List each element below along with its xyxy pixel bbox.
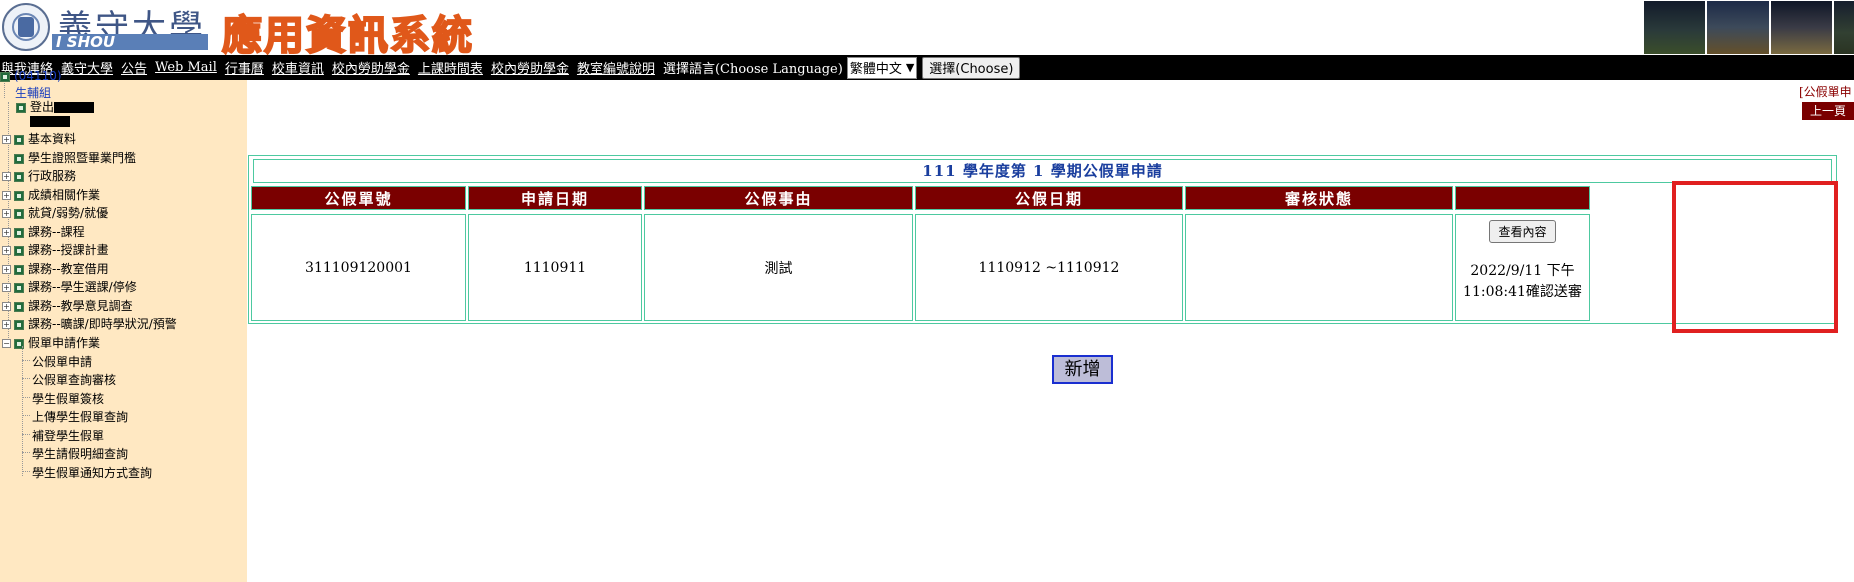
sidebar-item-certificates[interactable]: 學生證照暨畢業門檻: [2, 149, 136, 166]
language-select[interactable]: 繁體中文 ▼: [846, 56, 918, 79]
sidebar-item-basic-info[interactable]: + 基本資料: [2, 130, 76, 147]
add-button[interactable]: 新增: [1052, 355, 1113, 384]
collapse-icon: −: [2, 339, 11, 348]
sidebar-subitem-student-approve[interactable]: 學生假單簽核: [32, 390, 104, 407]
nav-link-webmail[interactable]: Web Mail: [155, 60, 217, 75]
sidebar-item-syllabus[interactable]: + 課務--授課計畫: [2, 241, 109, 258]
folder-icon: [0, 71, 10, 82]
leave-application-table: 111 學年度第 1 學期公假單申請 公假單號 申請日期 公假事由 公假日期 審…: [248, 155, 1837, 324]
sidebar-subitem-upload-query[interactable]: 上傳學生假單查詢: [32, 408, 128, 425]
cell-leave-date: 1110912 ~1110912: [915, 214, 1183, 321]
view-content-button[interactable]: 查看內容: [1489, 220, 1556, 243]
sidebar-item-loans[interactable]: + 就貸/弱勢/就優: [2, 204, 108, 221]
expand-icon: +: [2, 209, 11, 218]
back-button[interactable]: 上一頁: [1802, 102, 1854, 120]
expand-icon: +: [2, 320, 11, 329]
logout-label: 登出: [30, 100, 55, 114]
nav-link-university[interactable]: 義守大學: [61, 58, 113, 77]
nav-link-classroom-codes[interactable]: 教室編號說明: [577, 58, 655, 77]
header-actions: [1455, 186, 1590, 210]
header-leave-number: 公假單號: [251, 186, 466, 210]
system-title: 應用資訊系統: [221, 12, 474, 60]
chevron-down-icon: ▼: [905, 61, 915, 74]
top-nav-bar: 與我連絡 義守大學 公告 Web Mail 行事曆 校車資訊 校內勞助學金 上課…: [0, 55, 1854, 80]
page-breadcrumb-link[interactable]: [公假單申: [1799, 83, 1852, 100]
sidebar-tree: (04110) 生輔組 登出 + 基本資料 學生證照暨畢業門檻 + 行政服務 + 成績…: [0, 69, 247, 582]
sidebar-subitem-leave-detail[interactable]: 學生請假明細查詢: [32, 445, 128, 462]
sidebar-item-absence-warning[interactable]: + 課務--曠課/即時學狀況/預警: [2, 315, 177, 332]
sidebar-item-classroom-borrow[interactable]: + 課務--教室借用: [2, 260, 109, 277]
nav-link-calendar[interactable]: 行事曆: [225, 58, 264, 77]
header-apply-date: 申請日期: [468, 186, 642, 210]
sidebar-item-leave-application[interactable]: − 假單申請作業: [2, 334, 100, 351]
header-reason: 公假事由: [644, 186, 913, 210]
choose-language-button[interactable]: 選擇(Choose): [922, 56, 1021, 79]
redacted-id: [30, 114, 70, 128]
university-name-en: I SHOU UNIVERSITY: [52, 34, 208, 66]
folder-icon: [14, 301, 24, 312]
nav-link-work-study[interactable]: 校內勞助學金: [332, 58, 410, 77]
campus-photo: [1770, 1, 1832, 54]
campus-photo: [1833, 1, 1854, 54]
expand-icon: +: [2, 172, 11, 181]
tree-root-node[interactable]: (04110): [0, 69, 62, 83]
folder-icon: [14, 227, 24, 238]
sidebar-item-courses[interactable]: + 課務--課程: [2, 223, 85, 240]
folder-icon: [14, 190, 24, 201]
annotation-highlight-box: [1672, 181, 1838, 333]
header-banner: 義守大學 I SHOU UNIVERSITY 應用資訊系統: [0, 0, 1854, 66]
cell-apply-date: 1110911: [468, 214, 642, 321]
expand-icon: +: [2, 191, 11, 200]
campus-photo: [1707, 1, 1769, 54]
expand-icon: +: [2, 283, 11, 292]
nav-link-bus-info[interactable]: 校車資訊: [272, 58, 324, 77]
expand-icon: +: [2, 135, 11, 144]
submit-status-text: 2022/9/11 下午 11:08:41確認送審: [1463, 261, 1582, 303]
campus-photo-strip: [1644, 1, 1854, 54]
sidebar-subitem-leave-apply[interactable]: 公假單申請: [32, 353, 92, 370]
expand-icon: +: [2, 265, 11, 274]
sidebar-item-logout[interactable]: 登出: [16, 98, 95, 115]
nav-link-class-schedule[interactable]: 上課時間表: [418, 58, 483, 77]
nav-link-announcements[interactable]: 公告: [121, 58, 147, 77]
sidebar-item-teaching-survey[interactable]: + 課務--教學意見調查: [2, 297, 133, 314]
university-seal-logo: [2, 3, 50, 51]
folder-icon: [14, 245, 24, 256]
cell-status: [1185, 214, 1453, 321]
folder-icon: [14, 134, 24, 145]
expand-icon: +: [2, 302, 11, 311]
cell-leave-number: 311109120001: [251, 214, 466, 321]
campus-photo: [1644, 1, 1706, 54]
expand-icon: +: [2, 228, 11, 237]
folder-icon: [14, 264, 24, 275]
table-title: 111 學年度第 1 學期公假單申請: [253, 159, 1832, 183]
folder-icon: [14, 319, 24, 330]
folder-icon: [14, 153, 24, 164]
nav-link-work-study-2[interactable]: 校內勞助學金: [491, 58, 569, 77]
folder-icon: [16, 102, 26, 113]
submit-datetime: 2022/9/11 下午: [1470, 263, 1575, 279]
sidebar-item-grades[interactable]: + 成績相關作業: [2, 186, 100, 203]
root-code: (04110): [14, 69, 62, 83]
cell-reason: 測試: [644, 214, 913, 321]
folder-icon: [14, 171, 24, 182]
sidebar-item-admin-services[interactable]: + 行政服務: [2, 167, 76, 184]
sidebar-subitem-notify-method[interactable]: 學生假單通知方式查詢: [32, 464, 152, 481]
expand-icon: +: [2, 246, 11, 255]
folder-icon: [14, 282, 24, 293]
language-label: 選擇語言(Choose Language): [662, 62, 843, 77]
cell-actions: 查看內容 2022/9/11 下午 11:08:41確認送審: [1455, 214, 1590, 321]
language-select-value: 繁體中文: [849, 62, 902, 77]
submit-confirmation: 11:08:41確認送審: [1463, 284, 1582, 300]
sidebar-item-course-selection[interactable]: + 課務--學生選課/停修: [2, 278, 137, 295]
redacted-name: [54, 102, 95, 113]
header-leave-date: 公假日期: [915, 186, 1183, 210]
sidebar-subitem-supplement[interactable]: 補登學生假單: [32, 427, 104, 444]
header-status: 審核狀態: [1185, 186, 1453, 210]
sidebar-subitem-leave-query[interactable]: 公假單查詢審核: [32, 371, 116, 388]
folder-icon: [14, 208, 24, 219]
